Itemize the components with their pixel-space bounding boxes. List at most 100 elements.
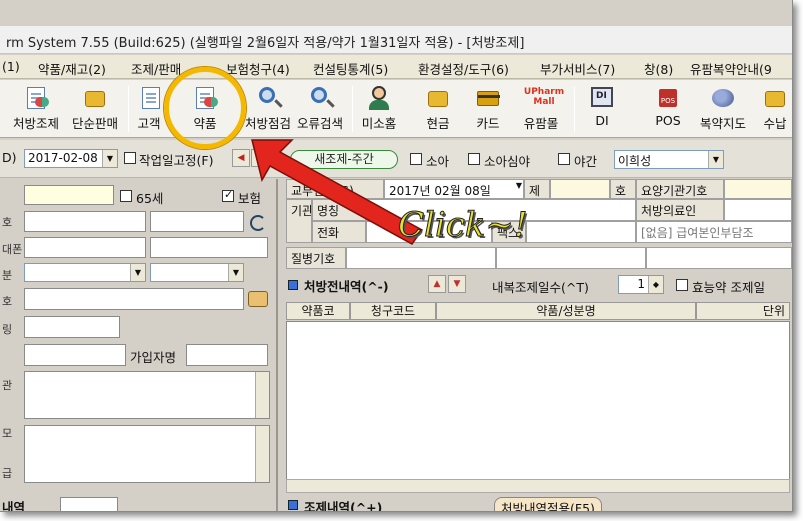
eraser-icon[interactable] <box>248 291 268 307</box>
dispense-title: 조제내역(^+) <box>304 500 383 512</box>
dispense-bar: 조제내역(^+) 처방내역적용(F5) <box>282 497 792 512</box>
card-button[interactable]: 카드 <box>468 82 508 136</box>
member-name-label: 가입자명 <box>130 350 177 365</box>
col-drug-code[interactable]: 약품코 <box>286 302 350 320</box>
days-label: 내복조제일수(^T) <box>492 280 589 295</box>
efficacy-checkbox[interactable] <box>676 279 688 291</box>
pharmacist-select[interactable]: 이희성 ▼ <box>614 150 724 169</box>
card-icon <box>473 85 503 111</box>
copay-note: [없음] 급여본인부담조 <box>636 221 792 243</box>
menu-item-window[interactable]: 창(8) <box>644 59 673 78</box>
cash-button[interactable]: 현금 <box>418 82 458 136</box>
institution-label: 기관 <box>286 199 312 243</box>
insurance-checkbox[interactable] <box>222 188 234 202</box>
menu-item-upharm-guide[interactable]: 유팜복약안내(9 <box>690 59 772 78</box>
age65-checkbox[interactable] <box>120 190 132 202</box>
apply-rx-button[interactable]: 처방내역적용(F5) <box>494 497 602 511</box>
menu-item-consulting[interactable]: 컨설팅통계(5) <box>313 59 388 78</box>
error-search-icon <box>305 85 335 111</box>
col-claim-code[interactable]: 청구코드 <box>350 302 436 320</box>
customer-button[interactable]: 고객 <box>136 82 162 136</box>
menu-item-drug-stock[interactable]: 약품/재고(2) <box>38 59 106 78</box>
cash-icon <box>423 85 453 111</box>
issue-date-select[interactable]: 2017년 02월 08일 ▼ <box>384 179 524 199</box>
subcategory-select[interactable]: ▼ <box>150 263 244 282</box>
link-input[interactable] <box>24 316 120 338</box>
medication-guide-icon <box>708 85 738 111</box>
next-date-button[interactable]: ▶ <box>251 149 269 167</box>
upharm-mall-icon: UPharm Mall <box>523 87 565 107</box>
prescription-check-button[interactable]: 처방점검 <box>238 82 298 136</box>
payment-button[interactable]: 수납 <box>758 82 792 136</box>
chevron-down-icon: ▼ <box>102 150 117 167</box>
efficacy-label: 효능약 조제일 <box>692 280 765 295</box>
menu-item-addon[interactable]: 부가서비스(7) <box>540 59 615 78</box>
medication-guide-button[interactable]: 복약지도 <box>694 82 752 136</box>
menu-item-dispense[interactable]: 조제/판매 <box>131 59 181 78</box>
doctor-input[interactable] <box>724 199 792 221</box>
horizontal-scrollbar[interactable] <box>286 479 790 493</box>
disease-code-input-1[interactable] <box>346 247 496 269</box>
menu-item-1[interactable]: (1) <box>2 59 20 74</box>
memo-textarea[interactable] <box>24 425 270 483</box>
phone-input[interactable] <box>150 237 268 258</box>
menu-bar: (1) 약품/재고(2) 조제/판매 보험청구(4) 컨설팅통계(5) 환경설정… <box>0 55 792 79</box>
child-night-checkbox[interactable] <box>468 153 480 165</box>
upharm-mall-button[interactable]: UPharm Mall 유팜몰 <box>516 82 566 136</box>
click-callout: Click~! <box>398 205 529 246</box>
child-checkbox[interactable] <box>410 153 422 165</box>
col-drug-name[interactable]: 약품/성분명 <box>436 302 696 320</box>
move-down-button[interactable]: ▼ <box>448 275 466 293</box>
pos-button[interactable]: POS POS <box>648 82 688 136</box>
prev-date-button[interactable]: ◀ <box>232 149 250 167</box>
address-input[interactable] <box>24 288 244 310</box>
col-unit[interactable]: 단위 <box>696 302 790 320</box>
member-name-input[interactable] <box>186 344 268 366</box>
error-search-button[interactable]: 오류검색 <box>290 82 350 136</box>
tab-new-rx-day[interactable]: 새조제-주간 <box>290 150 398 169</box>
member-id-input[interactable] <box>24 344 126 366</box>
payment-icon <box>760 85 790 111</box>
menu-item-insurance[interactable]: 보험청구(4) <box>226 59 290 78</box>
night-label: 야간 <box>574 154 598 169</box>
move-up-button[interactable]: ▲ <box>428 275 446 293</box>
miso-home-button[interactable]: 미소홈 <box>356 82 402 136</box>
issue-number-label: 교부번호(G) <box>286 179 384 199</box>
category-select[interactable]: ▼ <box>24 263 146 282</box>
work-date-select[interactable]: 2017-02-08 ▼ <box>24 149 118 168</box>
refresh-icon[interactable] <box>250 215 266 231</box>
disease-code-input-2[interactable] <box>496 247 646 269</box>
disease-code-input-3[interactable] <box>646 247 792 269</box>
list-square-icon <box>288 280 298 290</box>
cash-sale-button[interactable]: 단순판매 <box>66 82 124 136</box>
history-count-input[interactable] <box>60 497 118 511</box>
app-window: rm System 7.55 (Build:625) (실행파일 2월6일자 적… <box>0 0 793 512</box>
patient-panel: 65세 보험 호 대폰 분 ▼ ▼ 호 링 가입자명 관 모 급 내역 <box>0 179 278 512</box>
mobile-input[interactable] <box>24 237 146 258</box>
rx-item-list[interactable] <box>286 321 790 481</box>
prescription-panel: 교부번호(G) 2017년 02월 08일 ▼ 제 호 요양기관기호 기관 명칭 … <box>282 179 792 512</box>
pos-icon: POS <box>653 85 683 111</box>
fixed-date-label: 작업일고정(F) <box>139 153 214 168</box>
org-code-label: 요양기관기호 <box>636 179 724 199</box>
days-stepper[interactable]: 1 ◆ <box>618 275 664 294</box>
patient-id-input[interactable] <box>24 185 114 205</box>
patient-number-input[interactable] <box>150 211 244 232</box>
menu-item-settings[interactable]: 환경설정/도구(6) <box>418 59 509 78</box>
highlight-circle <box>164 67 246 149</box>
toolbar: 처방조제 단순판매 고객 약품 처방점검 오류검색 미소홈 현금 카드 UPha… <box>0 80 792 138</box>
issue-seq-input[interactable] <box>550 179 610 199</box>
di-button[interactable]: DI <box>584 82 620 136</box>
patient-name-input[interactable] <box>24 211 146 232</box>
customer-icon <box>136 85 166 111</box>
relation-textarea[interactable] <box>24 371 270 419</box>
prescription-button[interactable]: 처방조제 <box>8 82 64 136</box>
age65-label: 65세 <box>136 191 164 206</box>
di-icon <box>587 85 617 111</box>
institution-fax-input[interactable] <box>526 221 636 243</box>
fixed-date-checkbox[interactable] <box>124 152 136 164</box>
filter-bar: D) 2017-02-08 ▼ 작업일고정(F) ◀ ▶ 새조제-주간 소아 소아… <box>0 140 792 178</box>
night-checkbox[interactable] <box>558 153 570 165</box>
org-code-input[interactable] <box>724 179 792 199</box>
history-label: 내역 <box>2 500 26 512</box>
